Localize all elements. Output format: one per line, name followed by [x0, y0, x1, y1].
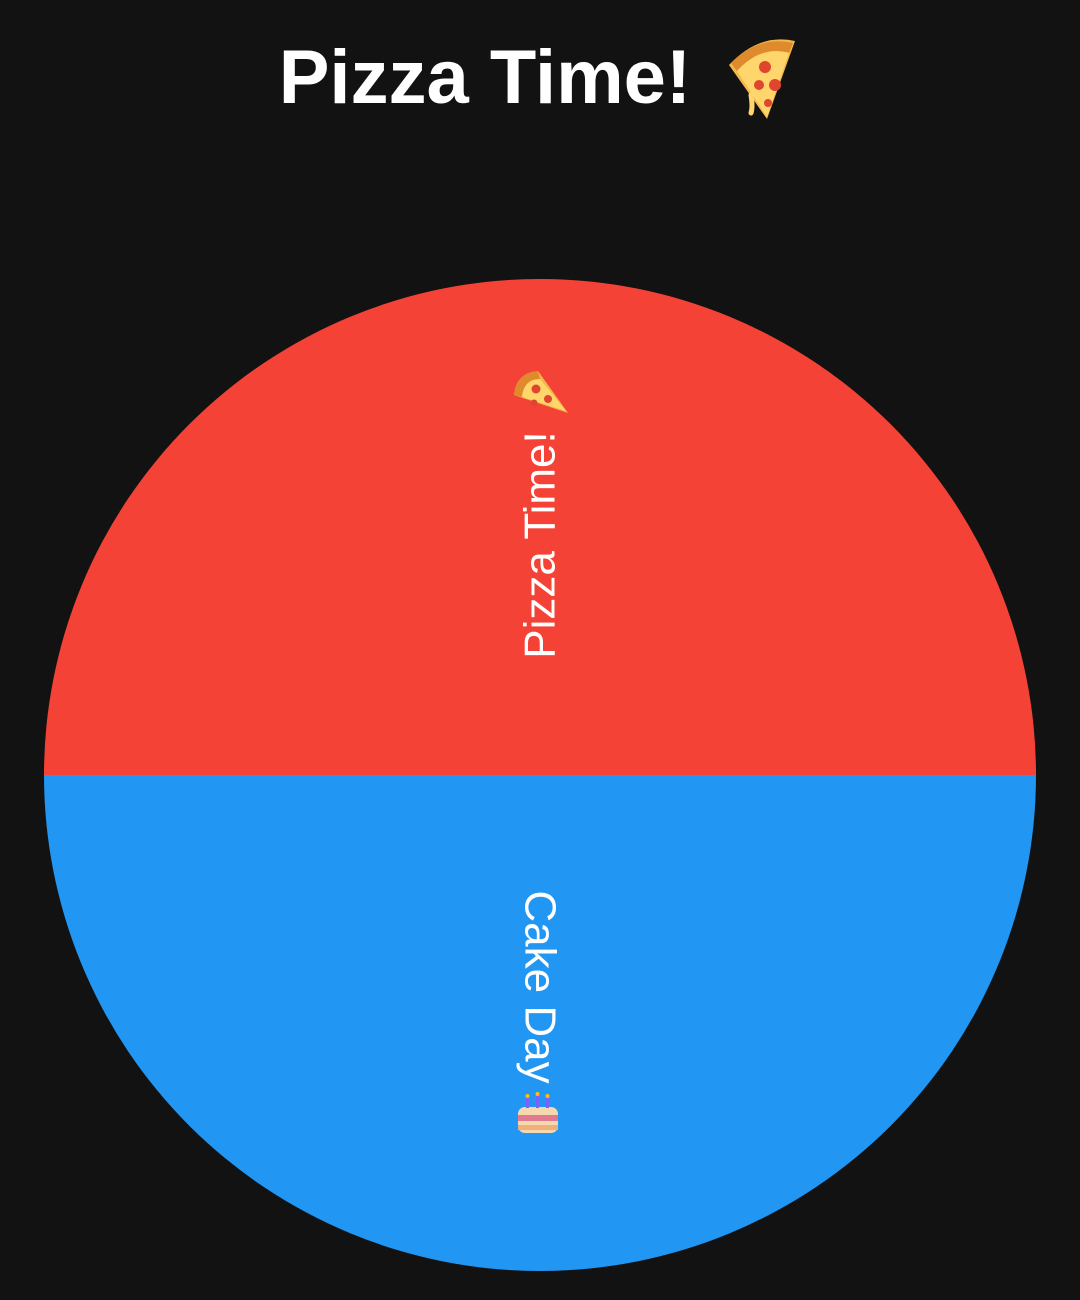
segment-label-pizza-time: Pizza Time! [516, 431, 565, 658]
spin-wheel[interactable]: Pizza Time! Cake Day [44, 279, 1036, 1271]
wheel-graphic[interactable]: Pizza Time! Cake Day [44, 279, 1036, 1271]
segment-label-cake-day: Cake Day [516, 890, 565, 1083]
page-title: Pizza Time! [278, 35, 692, 120]
header: Pizza Time! [0, 30, 1080, 126]
app-screen: Pizza Time! Pizza Time! Cake Day [0, 0, 1080, 1300]
pizza-slice-icon [729, 39, 796, 119]
